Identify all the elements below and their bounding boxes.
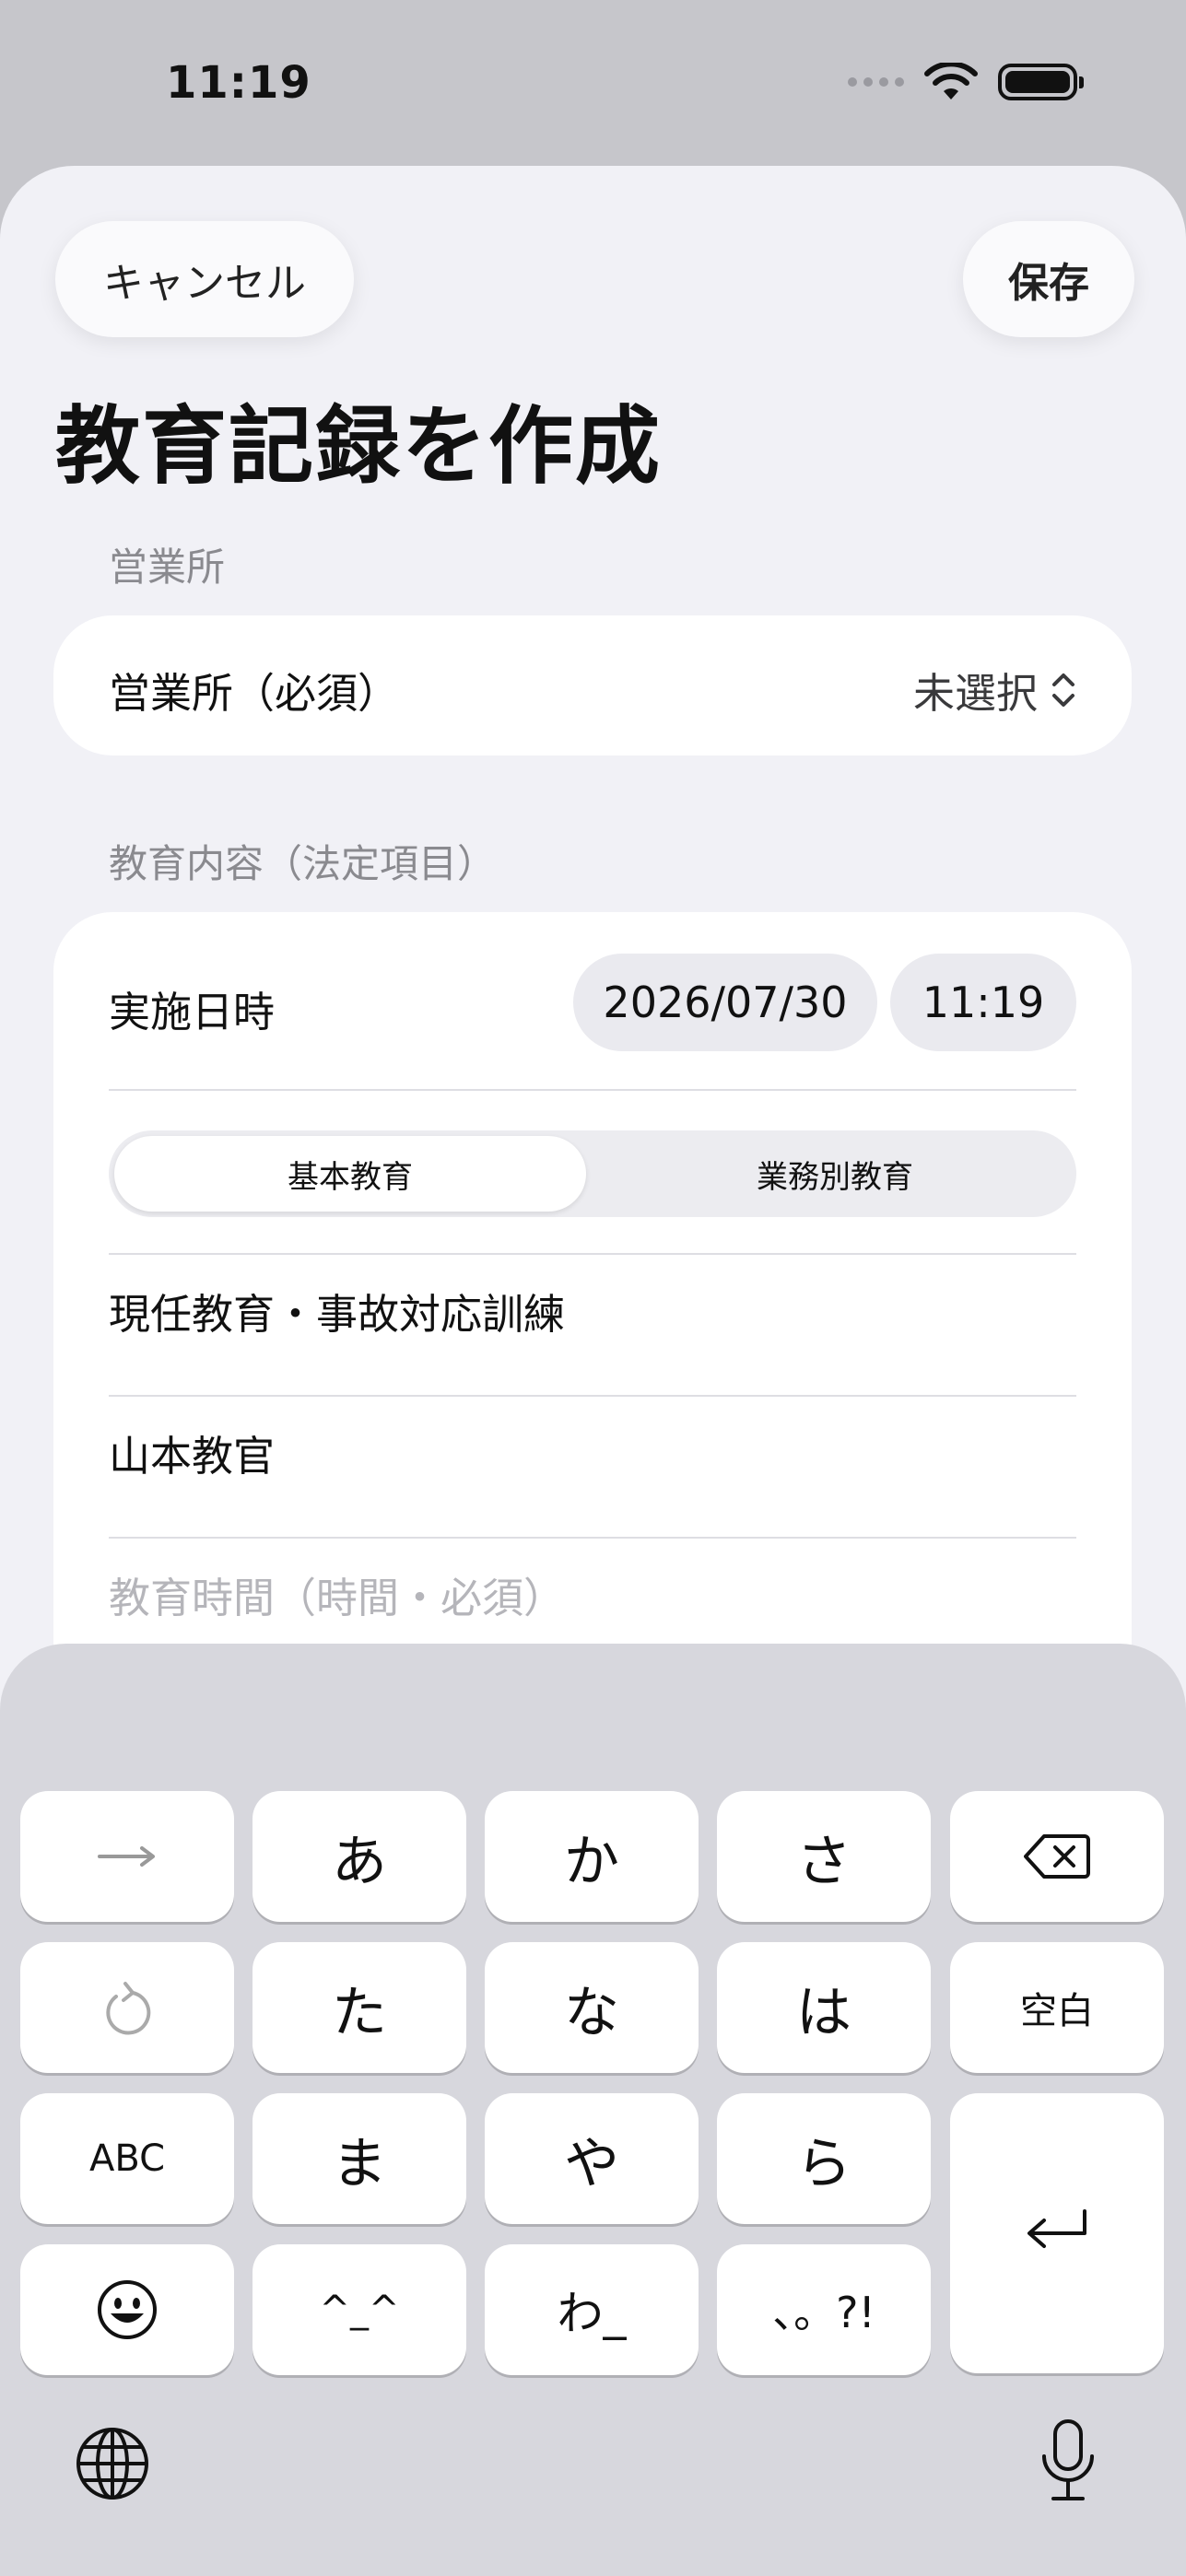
- datetime-label: 実施日時: [109, 988, 276, 1036]
- arrow-right-key[interactable]: [20, 1791, 234, 1922]
- education-type-segmented-control: 基本教育 業務別教育: [109, 1130, 1076, 1217]
- key-ha[interactable]: は: [717, 1942, 931, 2073]
- kaomoji-key[interactable]: ^_^: [252, 2244, 466, 2375]
- delete-key[interactable]: [950, 1791, 1164, 1922]
- office-card: 営業所（必須） 未選択: [53, 615, 1132, 755]
- hours-field[interactable]: 教育時間（時間・必須）: [109, 1564, 565, 1624]
- battery-icon: [998, 64, 1084, 100]
- arrow-right-icon: [98, 1846, 155, 1867]
- date-picker-chip[interactable]: 2026/07/30: [573, 954, 877, 1051]
- key-ya[interactable]: や: [485, 2093, 699, 2224]
- return-key[interactable]: [950, 2093, 1164, 2373]
- office-picker-value: 未選択: [912, 669, 1038, 718]
- status-time: 11:19: [166, 57, 311, 109]
- divider: [109, 1395, 1076, 1397]
- japanese-keyboard: あ か さ た な は 空白 ABC ま や ら ^_^ わ_ 、。?!: [0, 1644, 1186, 2576]
- time-picker-chip[interactable]: 11:19: [890, 954, 1076, 1051]
- divider: [109, 1253, 1076, 1255]
- globe-icon: [76, 2428, 148, 2500]
- instructor-field[interactable]: 山本教官: [109, 1423, 275, 1482]
- cancel-button[interactable]: キャンセル: [55, 221, 354, 337]
- segment-task-education[interactable]: 業務別教育: [599, 1136, 1071, 1212]
- abc-key[interactable]: ABC: [20, 2093, 234, 2224]
- emoji-icon: [98, 2280, 157, 2339]
- globe-button[interactable]: [74, 2425, 151, 2502]
- key-ra[interactable]: ら: [717, 2093, 931, 2224]
- key-a[interactable]: あ: [252, 1791, 466, 1922]
- chevron-up-down-icon: [1052, 673, 1074, 707]
- key-ta[interactable]: た: [252, 1942, 466, 2073]
- save-button[interactable]: 保存: [963, 221, 1134, 337]
- key-ma[interactable]: ま: [252, 2093, 466, 2224]
- key-ka[interactable]: か: [485, 1791, 699, 1922]
- signal-dots-icon: [848, 77, 904, 87]
- segment-basic-education[interactable]: 基本教育: [114, 1136, 586, 1212]
- divider: [109, 1537, 1076, 1539]
- microphone-icon: [1042, 2419, 1094, 2500]
- dictation-button[interactable]: [1039, 2418, 1097, 2504]
- space-key[interactable]: 空白: [950, 1942, 1164, 2073]
- key-wa[interactable]: わ_: [485, 2244, 699, 2375]
- return-icon: [1027, 2209, 1086, 2248]
- key-na[interactable]: な: [485, 1942, 699, 2073]
- content-section-header: 教育内容（法定項目）: [109, 841, 497, 886]
- wifi-icon: [924, 63, 978, 100]
- key-sa[interactable]: さ: [717, 1791, 931, 1922]
- undo-key[interactable]: [20, 1942, 234, 2073]
- screen: 11:19 キャンセル 保存 教育記録を作成 営業所 営業所（必須） 未選択 教…: [0, 0, 1186, 2576]
- topic-field[interactable]: 現任教育・事故対応訓練: [109, 1281, 565, 1341]
- emoji-key[interactable]: [20, 2244, 234, 2375]
- office-section-header: 営業所: [109, 544, 226, 590]
- status-indicators: [848, 63, 1084, 101]
- office-row-label: 営業所（必須）: [109, 669, 400, 718]
- office-picker[interactable]: 未選択: [913, 660, 1076, 720]
- divider: [109, 1089, 1076, 1091]
- punctuation-key[interactable]: 、。?!: [717, 2244, 931, 2375]
- page-title: 教育記録を作成: [55, 397, 663, 496]
- delete-icon: [1024, 1834, 1090, 1879]
- undo-icon: [106, 1982, 151, 2035]
